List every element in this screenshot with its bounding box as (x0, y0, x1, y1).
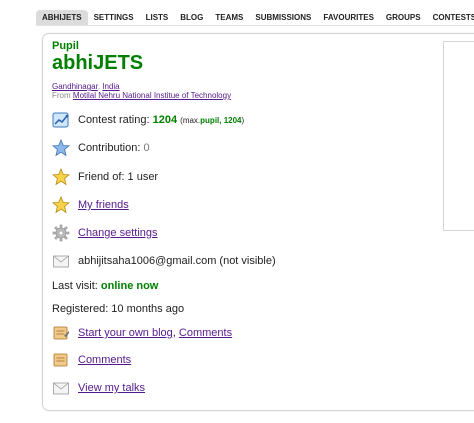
change-settings-row: Change settings (52, 223, 158, 243)
tab-blog[interactable]: BLOG (174, 10, 209, 25)
friend-of-row: Friend of: 1 user (52, 167, 158, 187)
tab-abhijets[interactable]: ABHIJETS (36, 10, 88, 25)
blog-icon (52, 324, 70, 342)
tab-lists[interactable]: LISTS (140, 10, 175, 25)
tab-submissions[interactable]: SUBMISSIONS (249, 10, 317, 25)
last-visit-label: Last visit: (52, 280, 98, 292)
user-rank: Pupil (52, 40, 79, 52)
contest-rating-label: Contest rating: (78, 114, 150, 126)
my-friends-link[interactable]: My friends (78, 199, 129, 211)
avatar[interactable] (443, 41, 474, 231)
comments-link[interactable]: Comments (78, 354, 131, 366)
blue-star-icon (52, 139, 70, 157)
tab-settings[interactable]: SETTINGS (88, 10, 140, 25)
chart-icon (52, 111, 70, 129)
talks-row: View my talks (52, 378, 145, 398)
blog-comments-link[interactable]: Comments (179, 327, 232, 339)
contribution-row: Contribution: 0 (52, 138, 150, 158)
gold-star-icon (52, 168, 70, 186)
email-text: abhijitsaha1006@gmail.com (not visible) (78, 255, 276, 267)
view-talks-link[interactable]: View my talks (78, 382, 145, 394)
friend-of-text: Friend of: 1 user (78, 171, 159, 183)
tab-divider (36, 25, 474, 26)
gear-icon (52, 224, 70, 242)
country-link[interactable]: India (102, 82, 119, 91)
profile-tab-bar: ABHIJETS SETTINGS LISTS BLOG TEAMS SUBMI… (36, 10, 474, 25)
change-settings-link[interactable]: Change settings (78, 227, 158, 239)
tab-teams[interactable]: TEAMS (209, 10, 249, 25)
email-row: abhijitsaha1006@gmail.com (not visible) (52, 251, 276, 271)
tab-groups[interactable]: GROUPS (380, 10, 427, 25)
envelope-icon (52, 379, 70, 397)
contribution-value: 0 (143, 142, 150, 154)
city-link[interactable]: Gandhinagar (52, 82, 98, 91)
blog-row: Start your own blog, Comments (52, 323, 232, 343)
last-visit-value: online now (100, 280, 159, 292)
organization-link[interactable]: Motilal Nehru National Institue of Techn… (73, 91, 231, 100)
my-friends-row: My friends (52, 195, 129, 215)
registered: Registered: 10 months ago (52, 303, 185, 315)
contest-rating-value: 1204 (152, 114, 178, 126)
max-rating-value: pupil, 1204 (200, 116, 242, 125)
max-rating-open: (max. (180, 116, 201, 125)
max-rating-close: ) (241, 116, 245, 125)
contribution-label: Contribution: (78, 142, 141, 154)
user-organization: From Motilal Nehru National Institue of … (52, 91, 231, 100)
from-label: From (52, 91, 71, 100)
user-location: Gandhinagar, India (52, 82, 120, 91)
last-visit: Last visit: online now (52, 280, 158, 292)
comments-row: Comments (52, 350, 131, 370)
gold-star-icon (52, 196, 70, 214)
comments-icon (52, 351, 70, 369)
envelope-icon (52, 252, 70, 270)
contest-rating-row: Contest rating: 1204 (max.pupil, 1204) (52, 110, 244, 130)
start-blog-link[interactable]: Start your own blog (78, 327, 173, 339)
user-handle: abhiJETS (52, 52, 144, 74)
tab-contests[interactable]: CONTESTS (427, 10, 474, 25)
tab-favourites[interactable]: FAVOURITES (317, 10, 380, 25)
